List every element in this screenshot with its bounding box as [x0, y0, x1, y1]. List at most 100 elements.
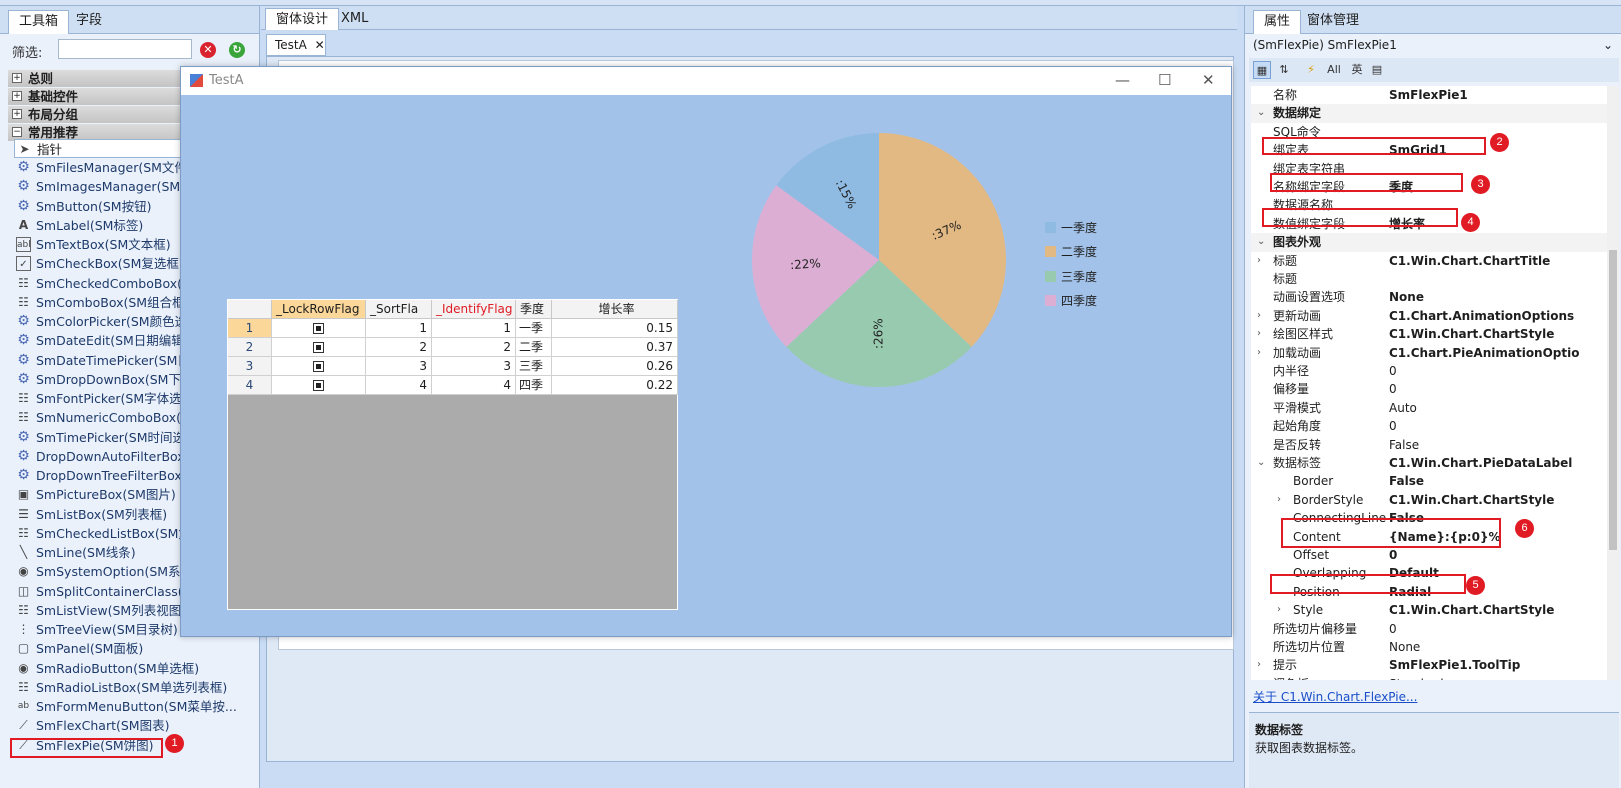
property-value[interactable]: C1.Chart.PieAnimationOptio	[1389, 344, 1607, 362]
property-value[interactable]: C1.Win.Chart.ChartTitle	[1389, 252, 1607, 270]
expand-icon[interactable]: ›	[1277, 601, 1281, 619]
grid-cell[interactable]: 4	[366, 376, 432, 395]
property-value[interactable]: False	[1389, 436, 1607, 454]
close-icon[interactable]: ✕	[1202, 71, 1215, 89]
all-button[interactable]: All	[1323, 61, 1345, 79]
data-grid[interactable]: _LockRowFlag _SortFla _IdentifyFlag 季度 增…	[227, 299, 678, 610]
grid-cell[interactable]: 二季	[516, 338, 552, 357]
tab-form-design[interactable]: 窗体设计	[265, 8, 340, 30]
toolbox-item[interactable]: ◉ SmRadioButton(SM单选框)	[14, 659, 246, 678]
grid-cell-lockflag[interactable]	[272, 319, 366, 338]
pie-chart[interactable]: :15%:37%:26%:22%	[741, 127, 1021, 397]
expand-icon[interactable]: ›	[1257, 252, 1261, 270]
expand-icon[interactable]: ›	[1257, 325, 1261, 343]
grid-cell[interactable]: 四季	[516, 376, 552, 395]
property-value[interactable]: 0	[1389, 380, 1607, 398]
property-row[interactable]: 所选切片位置 None	[1251, 638, 1607, 656]
row-header[interactable]: 2	[228, 338, 272, 357]
events-icon[interactable]: ⚡	[1303, 61, 1319, 79]
row-header[interactable]: 1	[228, 319, 272, 338]
grid-cell[interactable]: 1	[432, 319, 516, 338]
collapse-icon[interactable]: ⌄	[1257, 454, 1265, 472]
scrollbar-thumb[interactable]	[1609, 250, 1617, 550]
property-row[interactable]: 所选切片偏移量 0	[1251, 620, 1607, 638]
property-row[interactable]: 是否反转 False	[1251, 436, 1607, 454]
minimize-icon[interactable]: —	[1115, 71, 1130, 89]
property-pages-icon[interactable]: ▤	[1369, 61, 1385, 79]
object-selector[interactable]: (SmFlexPie) SmFlexPie1 ⌄	[1251, 34, 1617, 56]
property-value[interactable]: Standard	[1389, 675, 1607, 680]
grid-cell-lockflag[interactable]	[272, 338, 366, 357]
property-row[interactable]: Border False	[1251, 472, 1607, 490]
toolbox-item[interactable]: ⟋ SmFlexChart(SM图表)	[14, 716, 246, 735]
expand-icon[interactable]: ›	[1277, 491, 1281, 509]
checkbox[interactable]	[313, 342, 324, 353]
property-value[interactable]: C1.Win.Chart.ChartStyle	[1389, 601, 1607, 619]
tab-form-manager[interactable]: 窗体管理	[1297, 10, 1369, 34]
property-row[interactable]: 名称 SmFlexPie1	[1251, 86, 1607, 104]
collapse-icon[interactable]: ⌄	[1257, 104, 1265, 122]
col-header[interactable]: 增长率	[552, 300, 678, 319]
grid-cell[interactable]: 3	[366, 357, 432, 376]
grid-cell[interactable]: 0.37	[552, 338, 678, 357]
tab-properties[interactable]: 属性	[1253, 10, 1302, 34]
property-row[interactable]: 起始角度 0	[1251, 417, 1607, 435]
categorized-icon[interactable]: ▦	[1253, 61, 1271, 79]
checkbox[interactable]	[313, 323, 324, 334]
toolbox-item[interactable]: ▢ SmPanel(SM面板)	[14, 639, 246, 658]
property-value[interactable]: C1.Win.Chart.ChartStyle	[1389, 325, 1607, 343]
property-value[interactable]: 0	[1389, 417, 1607, 435]
property-row[interactable]: 标题	[1251, 270, 1607, 288]
grid-cell[interactable]: 2	[432, 338, 516, 357]
checkbox[interactable]	[313, 361, 324, 372]
grid-cell[interactable]: 0.26	[552, 357, 678, 376]
collapse-icon[interactable]: ⌄	[1257, 233, 1265, 251]
expand-icon[interactable]: ›	[1257, 307, 1261, 325]
row-header[interactable]: 3	[228, 357, 272, 376]
grid-cell[interactable]: 0.15	[552, 319, 678, 338]
about-link[interactable]: 关于 C1.Win.Chart.FlexPie...	[1253, 688, 1417, 705]
property-value[interactable]: 0	[1389, 546, 1607, 564]
property-row[interactable]: › 加载动画 C1.Chart.PieAnimationOptio	[1251, 344, 1607, 362]
expand-icon[interactable]: ›	[1257, 344, 1261, 362]
tab-fields[interactable]: 字段	[66, 10, 112, 34]
refresh-icon[interactable]: ↻	[229, 42, 245, 58]
col-header[interactable]: 季度	[516, 300, 552, 319]
property-category[interactable]: ⌄ 数据绑定	[1251, 104, 1607, 123]
grid-cell[interactable]: 三季	[516, 357, 552, 376]
property-row[interactable]: › 提示 SmFlexPie1.ToolTip	[1251, 656, 1607, 674]
property-row[interactable]: Offset 0	[1251, 546, 1607, 564]
property-value[interactable]: C1.Chart.AnimationOptions	[1389, 307, 1607, 325]
property-value[interactable]: None	[1389, 638, 1607, 656]
property-row[interactable]: 内半径 0	[1251, 362, 1607, 380]
property-row[interactable]: 平滑模式 Auto	[1251, 399, 1607, 417]
row-header[interactable]: 4	[228, 376, 272, 395]
property-value[interactable]: SmFlexPie1	[1389, 86, 1607, 104]
tab-toolbox[interactable]: 工具箱	[8, 10, 70, 34]
toolbox-item[interactable]: ☷ SmRadioListBox(SM单选列表框)	[14, 678, 246, 697]
property-row[interactable]: › 绘图区样式 C1.Win.Chart.ChartStyle	[1251, 325, 1607, 343]
filter-input[interactable]	[58, 39, 192, 59]
property-value[interactable]: C1.Win.Chart.ChartStyle	[1389, 491, 1607, 509]
close-icon[interactable]: ✕	[315, 38, 325, 52]
property-value[interactable]: None	[1389, 288, 1607, 306]
col-header[interactable]: _IdentifyFlag	[432, 300, 516, 319]
expand-icon[interactable]: ›	[1257, 656, 1261, 674]
col-header[interactable]: _SortFla	[366, 300, 432, 319]
property-category[interactable]: ⌄ 图表外观	[1251, 233, 1607, 252]
property-value[interactable]: 0	[1389, 362, 1607, 380]
maximize-icon[interactable]: ☐	[1158, 71, 1171, 89]
grid-cell[interactable]: 1	[366, 319, 432, 338]
grid-cell[interactable]: 2	[366, 338, 432, 357]
grid-cell[interactable]: 一季	[516, 319, 552, 338]
english-button[interactable]: 英	[1349, 61, 1365, 79]
property-row[interactable]: › 更新动画 C1.Chart.AnimationOptions	[1251, 307, 1607, 325]
checkbox[interactable]	[313, 380, 324, 391]
grid-cell-lockflag[interactable]	[272, 357, 366, 376]
property-row[interactable]: 动画设置选项 None	[1251, 288, 1607, 306]
grid-cell[interactable]: 4	[432, 376, 516, 395]
property-value[interactable]: 0	[1389, 620, 1607, 638]
property-value[interactable]: Auto	[1389, 399, 1607, 417]
col-header[interactable]: _LockRowFlag	[272, 300, 366, 319]
property-row[interactable]: ⌄ 数据标签 C1.Win.Chart.PieDataLabel	[1251, 454, 1607, 472]
